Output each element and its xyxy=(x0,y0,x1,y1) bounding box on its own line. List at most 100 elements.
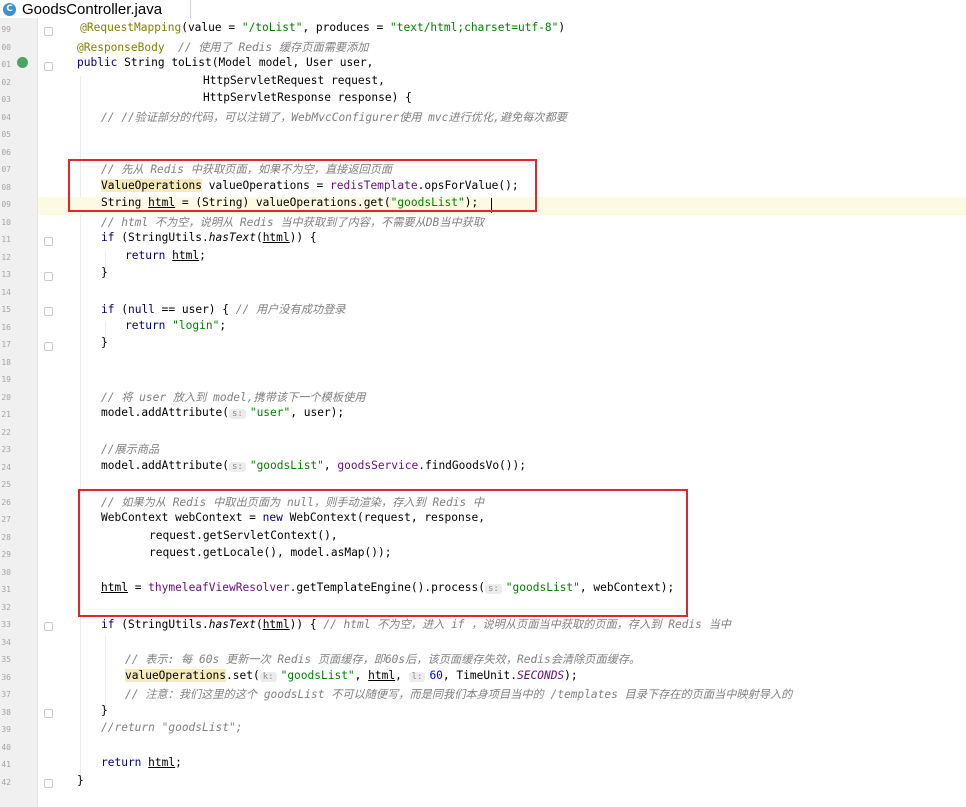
code-comment: // 注意：我们这里的这个 goodsList 不可以随便写，而是同我们本身项目… xyxy=(125,688,793,701)
code-token: ; xyxy=(175,756,182,769)
line-number: 34 xyxy=(1,637,11,647)
code-line: return "login"; xyxy=(0,319,966,337)
code-line: return html; xyxy=(0,249,966,267)
code-token: "/toList" xyxy=(241,21,303,34)
code-token: )) { xyxy=(289,618,324,631)
code-line: // html 不为空，说明从 Redis 当中获取到了内容，不需要从DB当中获… xyxy=(0,214,966,232)
code-line: //return "goodsList"; xyxy=(0,721,966,739)
code-keyword: null xyxy=(127,303,155,316)
code-token: html xyxy=(148,756,176,769)
line-number: 14 xyxy=(1,287,11,297)
code-keyword: return xyxy=(125,318,166,332)
line-number: 40 xyxy=(1,742,11,752)
code-token: )) { xyxy=(289,231,317,244)
java-class-icon: C xyxy=(3,2,16,16)
code-token: toList xyxy=(171,56,212,69)
code-string: "goodsList" xyxy=(280,668,355,682)
code-line: model.addAttribute(s: "user", user); xyxy=(0,406,966,424)
code-token: valueOperations xyxy=(125,668,227,682)
code-field: SECONDS xyxy=(517,668,565,682)
code-token: (StringUtils. xyxy=(114,231,209,244)
code-line: model.addAttribute(s: "goodsList", goodsS… xyxy=(0,459,966,477)
line-number: 30 xyxy=(1,567,11,577)
code-token: HttpServletResponse response) { xyxy=(203,91,412,104)
code-token: , user); xyxy=(290,406,345,419)
code-token: html xyxy=(172,248,200,262)
code-token: hasText xyxy=(208,231,256,244)
code-comment: // html 不为空，进入 if ，说明从页面当中获取的页面，存入到 Redi… xyxy=(323,618,731,631)
code-line: @ResponseBody // 使用了 Redis 缓存页面需要添加 xyxy=(0,39,966,57)
code-string: "user" xyxy=(249,406,291,419)
code-token: ( xyxy=(255,231,263,244)
code-keyword: if xyxy=(101,231,115,244)
code-token: model.addAttribute( xyxy=(101,458,229,472)
code-string: "login" xyxy=(172,318,220,332)
code-line: HttpServletRequest request, xyxy=(0,74,966,92)
code-number: 60 xyxy=(429,668,443,682)
code-line: public String toList(Model model, User u… xyxy=(0,56,966,74)
code-token: (Model model, User user, xyxy=(211,56,374,69)
code-token: (StringUtils. xyxy=(114,618,209,631)
editor-tab-bar: C GoodsController.java xyxy=(0,0,966,18)
red-annotation-box xyxy=(68,159,537,212)
code-token: html xyxy=(262,618,290,631)
code-token: @RequestMapping xyxy=(80,21,182,34)
tab-goods-controller[interactable]: C GoodsController.java xyxy=(0,0,191,18)
code-line: // //验证部分的代码，可以注销了，WebMvcConfigurer使用 mv… xyxy=(0,109,966,127)
code-token: } xyxy=(101,703,108,717)
tab-label: GoodsController.java xyxy=(22,0,163,18)
line-number: 32 xyxy=(1,602,11,612)
code-token: == user) { xyxy=(154,303,236,316)
code-comment: // 将 user 放入到 model,携带该下一个模板使用 xyxy=(101,390,366,404)
code-line: } xyxy=(0,704,966,722)
code-token: ( xyxy=(255,618,263,631)
code-token: HttpServletRequest request, xyxy=(203,73,385,87)
red-annotation-box xyxy=(78,489,688,617)
line-number: 25 xyxy=(1,480,11,489)
code-line: @RequestMapping(value = "/toList", produ… xyxy=(0,21,966,39)
line-number: 22 xyxy=(1,427,11,437)
code-comment: // 使用了 Redis 缓存页面需要添加 xyxy=(164,40,369,54)
code-line: } xyxy=(0,336,966,354)
code-comment: // //验证部分的代码，可以注销了，WebMvcConfigurer使用 mv… xyxy=(101,110,567,124)
code-line: // 注意：我们这里的这个 goodsList 不可以随便写，而是同我们本身项目… xyxy=(0,686,966,704)
param-hint: l: xyxy=(408,671,426,682)
code-line: } xyxy=(0,266,966,284)
code-token: html xyxy=(368,668,396,682)
code-token: (value = xyxy=(181,21,242,34)
code-token: "text/html;charset=utf-8" xyxy=(390,21,559,34)
code-token: } xyxy=(101,266,108,279)
code-token: ( xyxy=(114,303,128,316)
code-keyword: if xyxy=(101,618,115,631)
code-line: return html; xyxy=(0,756,966,774)
code-line: } xyxy=(0,774,966,792)
code-token: .set( xyxy=(226,668,260,682)
code-token: ); xyxy=(564,668,578,682)
code-token: , xyxy=(395,668,409,682)
param-hint: s: xyxy=(228,409,246,419)
code-line: HttpServletResponse response) { xyxy=(0,91,966,109)
code-line: // 将 user 放入到 model,携带该下一个模板使用 xyxy=(0,389,966,407)
code-field: goodsService xyxy=(337,458,419,472)
code-comment: // 表示: 每 60s 更新一次 Redis 页面缓存，即60s后，该页面缓存… xyxy=(125,653,641,666)
code-keyword: return xyxy=(101,756,142,769)
code-token: ; xyxy=(219,318,227,332)
line-number: 05 xyxy=(1,130,11,139)
code-comment: // 用户没有成功登录 xyxy=(235,303,346,316)
param-hint: s: xyxy=(228,461,246,472)
code-line: //展示商品 xyxy=(0,441,966,459)
code-token: , produces = xyxy=(302,21,391,34)
code-keyword: return xyxy=(125,248,166,262)
code-editor[interactable]: 99 00 01 02 03 04 05 06 07 08 09 10 11 1… xyxy=(0,18,966,807)
line-number: 18 xyxy=(1,357,11,367)
code-comment: //return "goodsList"; xyxy=(101,721,243,734)
code-token: model.addAttribute( xyxy=(101,406,229,419)
code-token: @ResponseBody xyxy=(77,40,165,54)
code-keyword: if xyxy=(101,303,115,316)
code-comment: // html 不为空，说明从 Redis 当中获取到了内容，不需要从DB当中获… xyxy=(101,215,485,229)
code-keyword: public xyxy=(77,56,118,69)
code-token: , xyxy=(354,668,369,682)
code-line: valueOperations.set(k: "goodsList", html,… xyxy=(0,668,966,687)
code-token: , xyxy=(323,458,338,472)
code-token: hasText xyxy=(208,618,256,631)
